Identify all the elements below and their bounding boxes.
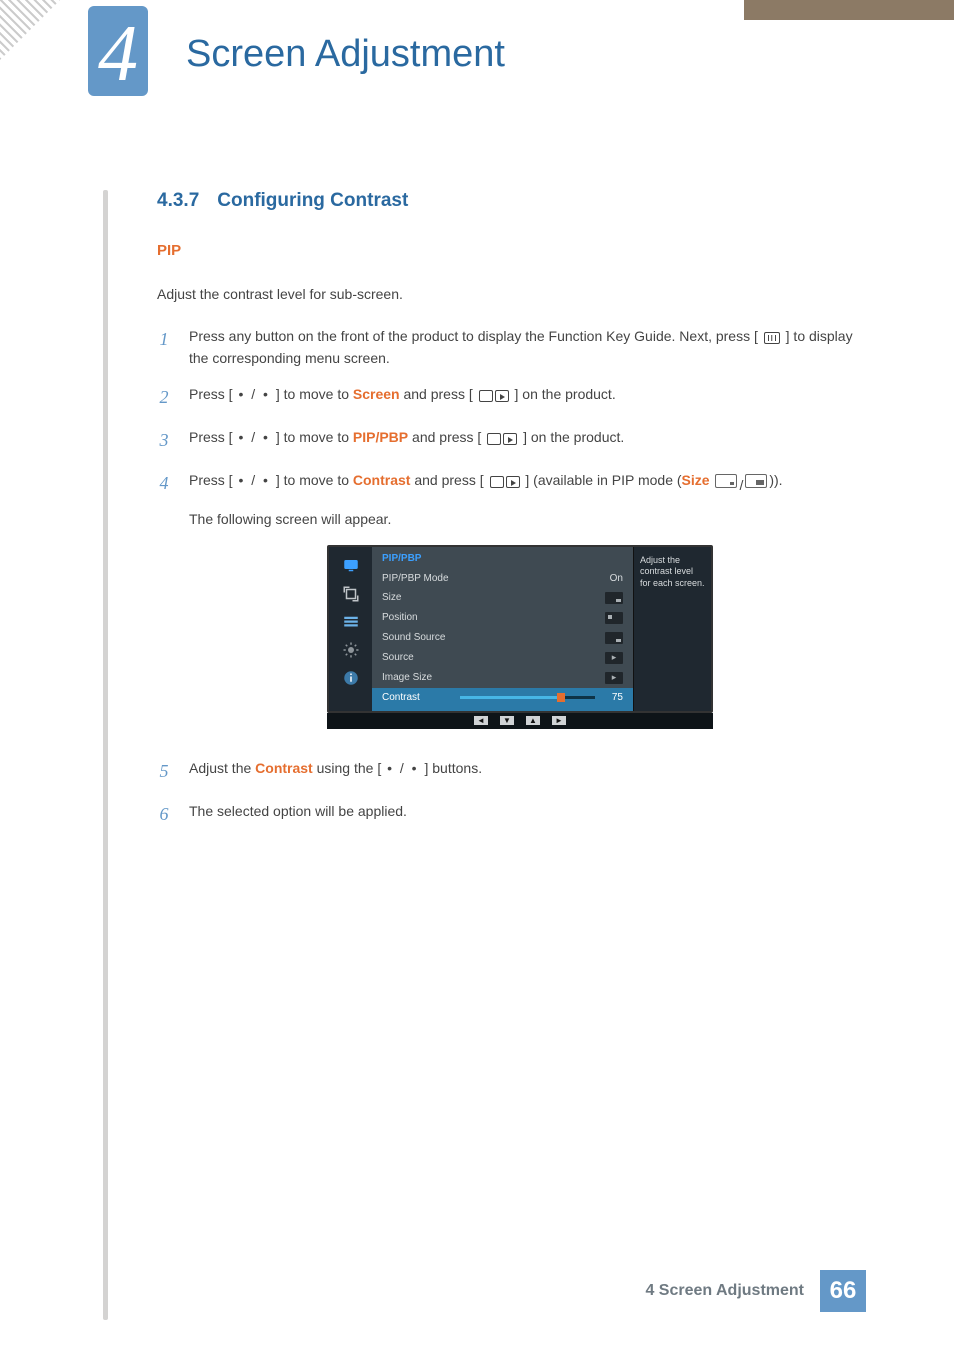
size-value-icon: [605, 592, 623, 604]
step-text: Adjust the: [189, 760, 255, 776]
gear-icon: [341, 641, 361, 659]
step-text: ] on the product.: [523, 429, 624, 445]
step-text: Press [: [189, 429, 233, 445]
osd-nav-bar: ◄ ▼ ▲ ►: [327, 713, 713, 729]
resize-icon: [341, 585, 361, 603]
step-text: ] on the product.: [515, 386, 616, 402]
step-text: and press [: [408, 429, 481, 445]
highlight-pippbp: PIP/PBP: [353, 429, 408, 445]
step-text: and press [: [410, 472, 483, 488]
nav-dots-icon: • / •: [381, 760, 424, 776]
contrast-value: 75: [603, 692, 623, 703]
step-text: and press [: [400, 386, 473, 402]
osd-row-position: Position: [372, 608, 633, 628]
menu-button-icon: [764, 332, 780, 344]
list-icon: [341, 613, 361, 631]
osd-row-image-size: Image Size: [372, 668, 633, 688]
osd-row-contrast-selected: Contrast 75: [372, 688, 633, 711]
step-text: ] to move to: [276, 386, 353, 402]
footer-chapter-label: 4 Screen Adjustment: [645, 1282, 804, 1300]
contrast-slider: [460, 696, 595, 699]
pip-paragraph: Adjust the contrast level for sub-screen…: [157, 285, 857, 305]
submenu-arrow-icon: [605, 652, 623, 664]
step-number: 3: [157, 426, 171, 455]
submenu-arrow-icon: [605, 672, 623, 684]
step-subtext: The following screen will appear.: [189, 508, 857, 530]
osd-menu-title: PIP/PBP: [372, 547, 633, 569]
section-heading: 4.3.7 Configuring Contrast: [157, 190, 857, 212]
step-2: 2 Press [ • / • ] to move to Screen and …: [157, 383, 857, 412]
header-color-bar: [744, 0, 954, 20]
nav-up-icon: ▲: [526, 716, 540, 725]
osd-help-panel: Adjust the contrast level for each scree…: [633, 547, 711, 711]
step-number: 1: [157, 325, 171, 370]
page-footer: 4 Screen Adjustment 66: [645, 1270, 866, 1312]
highlight-contrast: Contrast: [255, 760, 313, 776]
monitor-icon: [341, 557, 361, 575]
osd-screenshot: PIP/PBP PIP/PBP ModeOn Size Position Sou…: [327, 545, 713, 729]
step-text: ] buttons.: [424, 760, 482, 776]
enter-key-icon: [487, 433, 517, 445]
step-1: 1 Press any button on the front of the p…: [157, 325, 857, 370]
page-number-badge: 66: [820, 1270, 866, 1312]
step-number: 6: [157, 800, 171, 829]
step-4: 4 Press [ • / • ] to move to Contrast an…: [157, 469, 857, 531]
pip-subheading: PIP: [157, 242, 857, 259]
info-icon: [341, 669, 361, 687]
step-6: 6 The selected option will be applied.: [157, 800, 857, 829]
nav-down-icon: ▼: [500, 716, 514, 725]
step-text: )).: [769, 472, 782, 488]
section-title: Configuring Contrast: [217, 190, 408, 211]
nav-right-icon: ►: [552, 716, 566, 725]
osd-row-source: Source: [372, 648, 633, 668]
step-text: Press [: [189, 472, 233, 488]
step-text: ] (available in PIP mode (: [525, 472, 681, 488]
enter-key-icon: [490, 476, 520, 488]
chapter-title: Screen Adjustment: [186, 33, 505, 76]
corner-hatch-decoration: [0, 0, 60, 60]
osd-sidebar: [329, 547, 372, 711]
highlight-contrast: Contrast: [353, 472, 411, 488]
step-text: ] to move to: [276, 472, 353, 488]
step-number: 5: [157, 757, 171, 786]
nav-dots-icon: • / •: [233, 429, 276, 445]
enter-key-icon: [479, 390, 509, 402]
step-3: 3 Press [ • / • ] to move to PIP/PBP and…: [157, 426, 857, 455]
nav-dots-icon: • / •: [233, 472, 276, 488]
step-5: 5 Adjust the Contrast using the [ • / • …: [157, 757, 857, 786]
highlight-screen: Screen: [353, 386, 400, 402]
step-text: Press [: [189, 386, 233, 402]
step-text: ] to move to: [276, 429, 353, 445]
sound-value-icon: [605, 632, 623, 644]
section-number: 4.3.7: [157, 190, 199, 211]
step-text: The selected option will be applied.: [189, 800, 857, 829]
chapter-number-badge: 4: [88, 6, 148, 96]
step-text: Press any button on the front of the pro…: [189, 328, 758, 344]
osd-row-sound: Sound Source: [372, 628, 633, 648]
position-value-icon: [605, 612, 623, 624]
nav-dots-icon: • / •: [233, 386, 276, 402]
step-text: using the [: [313, 760, 382, 776]
osd-row-size: Size: [372, 588, 633, 608]
osd-row-mode: PIP/PBP ModeOn: [372, 569, 633, 588]
nav-left-icon: ◄: [474, 716, 488, 725]
highlight-size: Size: [682, 472, 710, 488]
step-number: 2: [157, 383, 171, 412]
step-number: 4: [157, 469, 171, 531]
left-margin-rule: [103, 190, 108, 1320]
size-option-icons: /: [715, 474, 767, 496]
